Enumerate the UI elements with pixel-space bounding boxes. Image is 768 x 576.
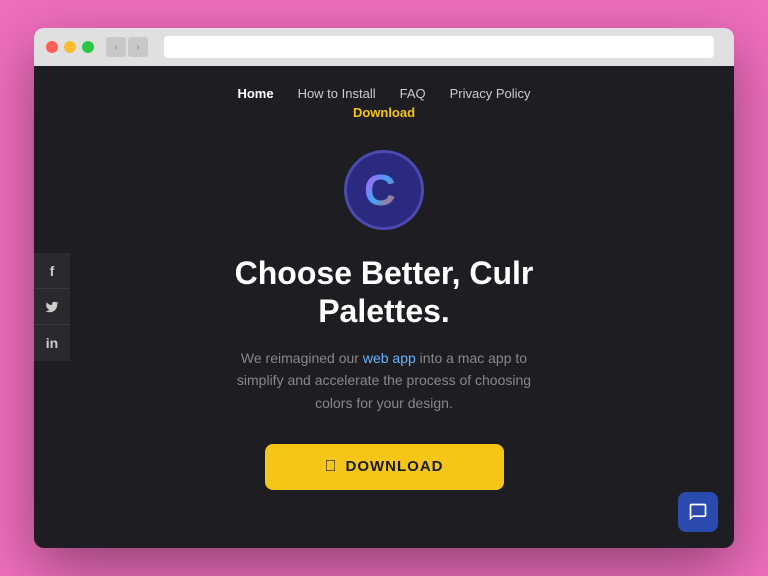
browser-content: f in Home How to Install FAQ Privacy Pol… xyxy=(34,66,734,548)
main-heading: Choose Better, Culr Palettes. xyxy=(235,254,534,331)
chat-button[interactable] xyxy=(678,492,718,532)
download-button-label: DOWNLOAD xyxy=(346,458,444,475)
download-button[interactable]:  DOWNLOAD xyxy=(265,444,504,490)
traffic-lights xyxy=(46,41,94,53)
app-logo: C xyxy=(344,150,424,230)
site-nav: Home How to Install FAQ Privacy Policy D… xyxy=(237,66,530,130)
nav-arrows: ‹ › xyxy=(106,37,148,57)
twitter-link[interactable] xyxy=(34,289,70,325)
maximize-button[interactable] xyxy=(82,41,94,53)
nav-faq[interactable]: FAQ xyxy=(400,86,426,101)
nav-download[interactable]: Download xyxy=(353,105,415,120)
nav-privacy[interactable]: Privacy Policy xyxy=(450,86,531,101)
web-app-link[interactable]: web app xyxy=(363,350,416,366)
browser-window: ‹ › f in Home How to Install FAQ Privacy… xyxy=(34,28,734,548)
apple-icon:  xyxy=(325,458,338,476)
linkedin-link[interactable]: in xyxy=(34,325,70,361)
minimize-button[interactable] xyxy=(64,41,76,53)
close-button[interactable] xyxy=(46,41,58,53)
browser-chrome: ‹ › xyxy=(34,28,734,66)
nav-how-to-install[interactable]: How to Install xyxy=(298,86,376,101)
svg-text:C: C xyxy=(364,166,396,215)
nav-home[interactable]: Home xyxy=(237,86,273,101)
facebook-link[interactable]: f xyxy=(34,253,70,289)
back-arrow[interactable]: ‹ xyxy=(106,37,126,57)
social-sidebar: f in xyxy=(34,253,70,361)
forward-arrow[interactable]: › xyxy=(128,37,148,57)
nav-links: Home How to Install FAQ Privacy Policy xyxy=(237,86,530,101)
address-bar[interactable] xyxy=(164,36,714,58)
sub-text: We reimagined our web app into a mac app… xyxy=(224,347,544,414)
logo-circle: C xyxy=(344,150,424,230)
